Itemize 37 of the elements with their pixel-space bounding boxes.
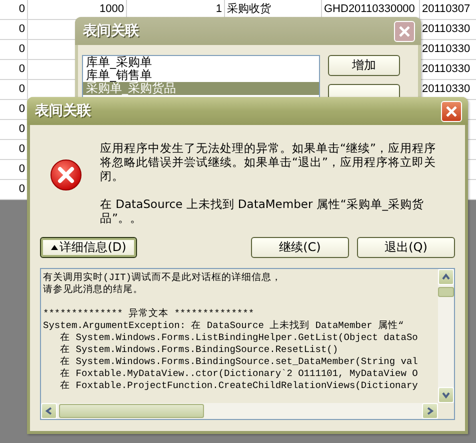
close-icon	[399, 26, 410, 36]
table-cell: 20110307	[420, 0, 476, 20]
horizontal-scrollbar[interactable]	[41, 403, 438, 419]
error-message: 在 DataSource 上未找到 DataMember 属性“采购单_采购货品”。。	[100, 197, 426, 225]
details-line: ************** 异常文本 **************	[43, 308, 256, 320]
details-line: 在 Foxtable.ProjectFunction.CreateChildRelationViews(Dictionary	[59, 380, 419, 392]
details-line: 请参见此消息的结尾。	[43, 284, 144, 296]
scroll-thumb[interactable]	[59, 404, 204, 418]
scroll-right-icon[interactable]	[426, 407, 434, 415]
dialog-button[interactable]: 退出(Q)	[357, 237, 455, 258]
window-title: 表间关联	[35, 102, 91, 120]
vertical-scrollbar[interactable]	[438, 269, 454, 403]
table-cell: 0	[0, 80, 28, 100]
details-line: 有关调用实时(JIT)调试而不是此对话框的详细信息，	[43, 272, 283, 284]
scroll-up-icon[interactable]	[442, 273, 450, 281]
table-cell: 0	[0, 60, 28, 80]
close-icon	[446, 106, 457, 116]
scroll-down-icon[interactable]	[442, 391, 450, 399]
add-button[interactable]: 增加	[328, 55, 400, 76]
details-line: 在 System.Windows.Forms.BindingSource.ResetList()	[59, 344, 340, 356]
details-line: 在 System.Windows.Forms.ListBindingHelper.GetList(Object dataSo	[59, 332, 419, 344]
window-title: 表间关联	[83, 22, 139, 40]
scroll-left-icon[interactable]	[45, 407, 53, 415]
details-line: System.ArgumentException: 在 DataSource 上未找到 DataMember 属性“	[43, 320, 405, 332]
details-text-box[interactable]	[40, 268, 455, 420]
table-cell: 0	[0, 40, 28, 60]
table-cell: 0	[0, 20, 28, 40]
table-cell: 0	[0, 0, 28, 20]
close-button[interactable]	[441, 100, 462, 122]
details-line: 在 Foxtable.MyDataView..ctor(Dictionary`2 O111101, MyDataView O	[59, 368, 419, 380]
details-button[interactable]: 详细信息(D)	[40, 237, 137, 258]
triangle-icon	[50, 245, 58, 250]
error-icon	[50, 159, 82, 191]
details-line: 在 System.Windows.Forms.BindingSource.set_DataMember(String val	[59, 356, 419, 368]
dialog-button[interactable]: 继续(C)	[251, 237, 349, 258]
error-message: 应用程序中发生了无法处理的异常。如果单击“继续”，应用程序将忽略此错误并尝试继续。如果单击“退出”，应用程序将立即关闭。	[100, 141, 437, 183]
scroll-thumb[interactable]	[438, 287, 454, 297]
